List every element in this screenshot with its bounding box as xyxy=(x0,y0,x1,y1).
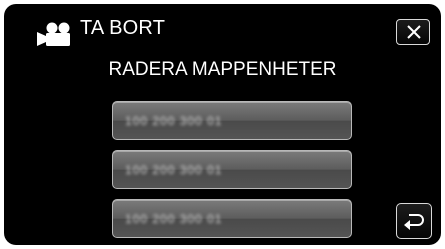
menu-title: TA BORT xyxy=(80,17,166,39)
folder-item-1[interactable]: 100 200 300 01 xyxy=(112,101,352,140)
folder-item-label: 100 200 300 01 xyxy=(125,163,223,177)
folder-item-label: 100 200 300 01 xyxy=(125,114,223,128)
close-button[interactable] xyxy=(396,19,430,45)
menu-screen: TA BORT RADERA MAPPENHETER 100 200 300 0… xyxy=(4,4,441,245)
folder-item-3[interactable]: 100 200 300 01 xyxy=(112,199,352,238)
folder-item-label: 100 200 300 01 xyxy=(125,212,223,226)
return-arrow-icon xyxy=(404,214,424,230)
video-camera-icon xyxy=(37,22,70,46)
close-icon xyxy=(407,25,421,39)
folder-item-2[interactable]: 100 200 300 01 xyxy=(112,150,352,189)
return-button[interactable] xyxy=(396,203,432,239)
screen-subtitle: RADERA MAPPENHETER xyxy=(108,59,337,80)
folder-list: 100 200 300 01 100 200 300 01 100 200 30… xyxy=(112,101,354,245)
